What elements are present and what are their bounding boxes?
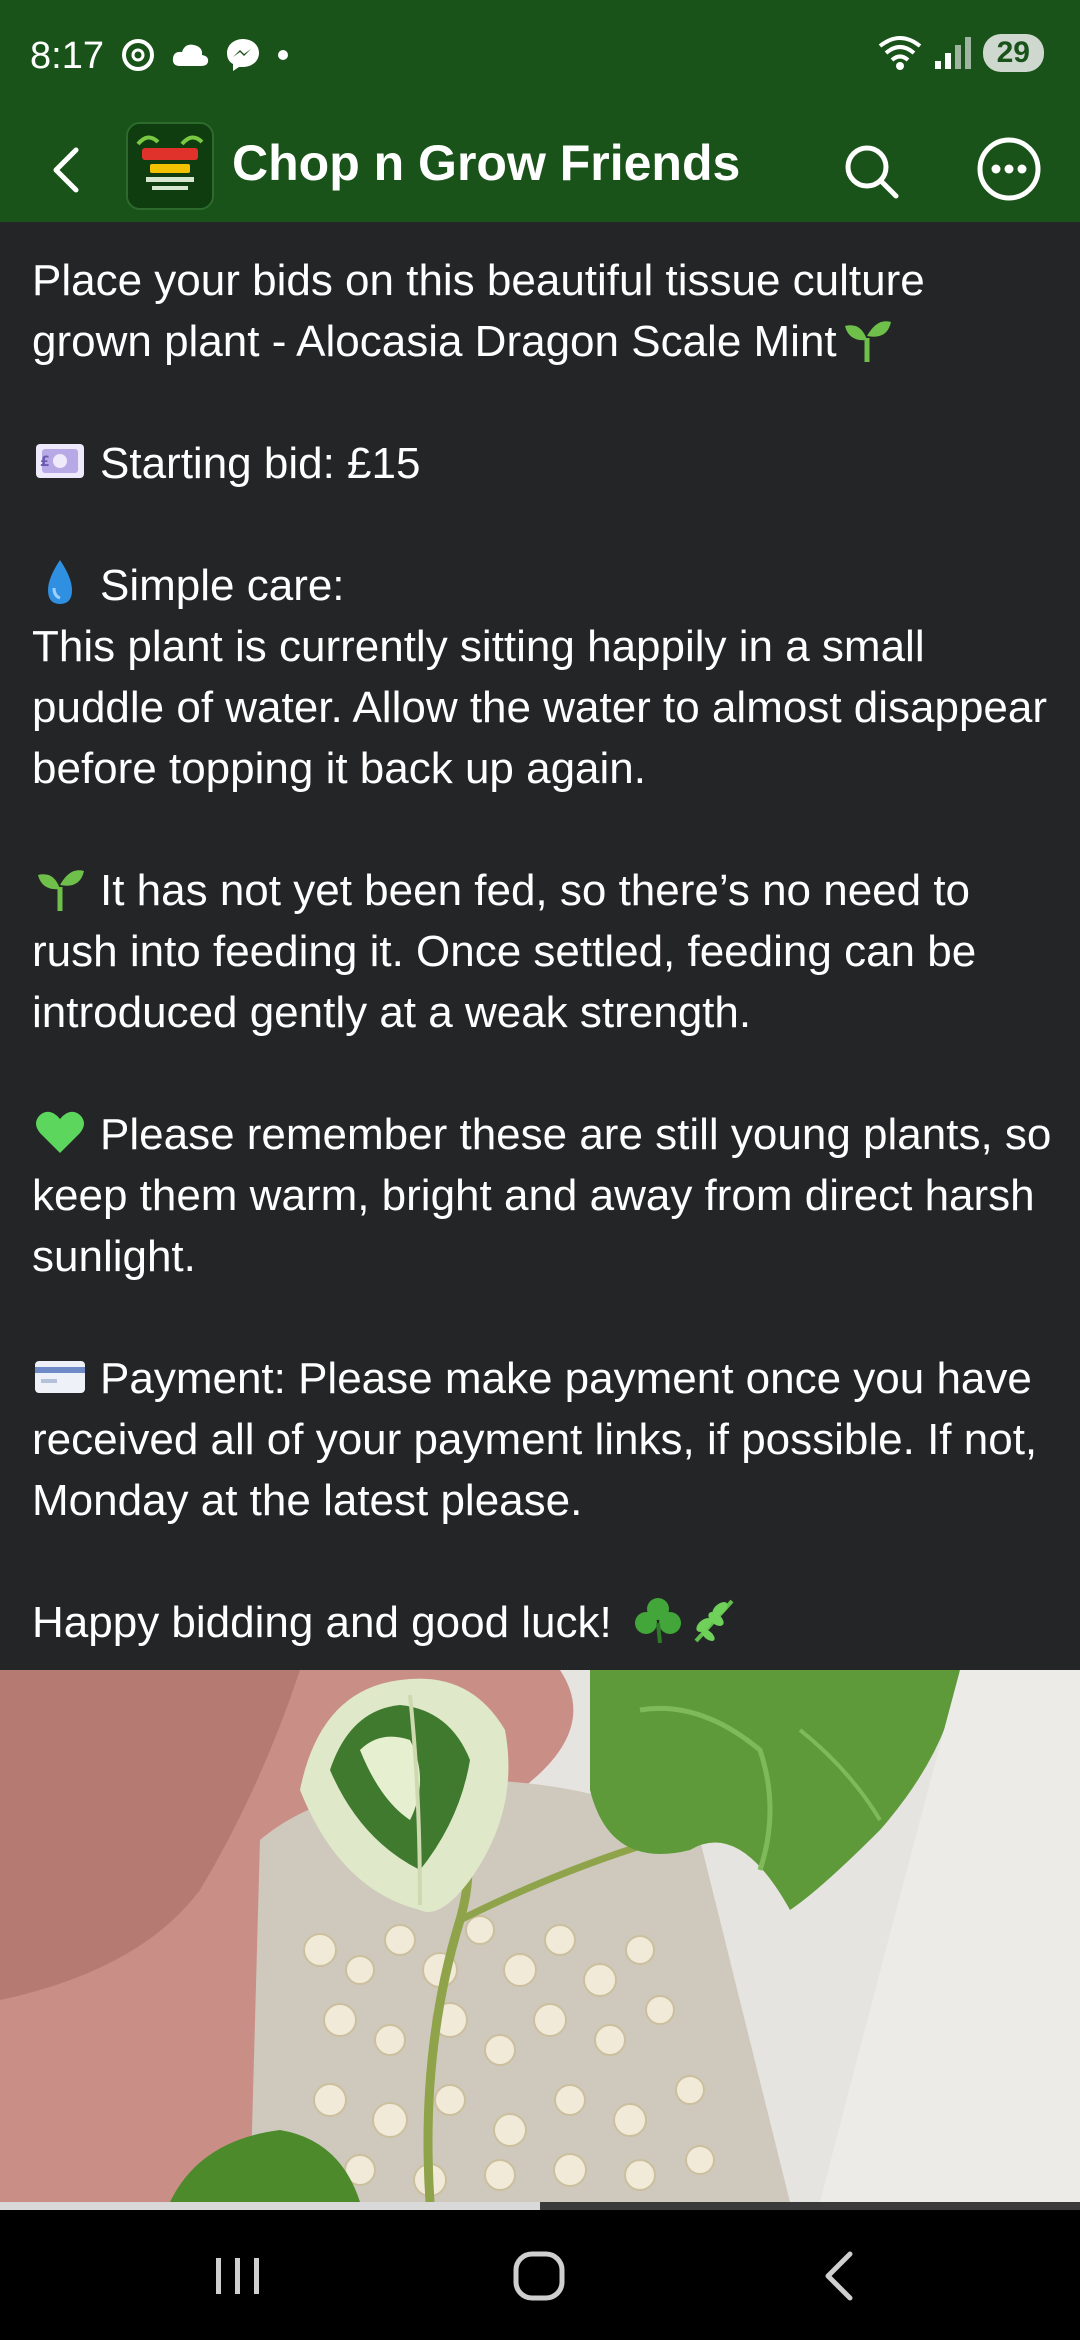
plant-photo-illustration — [0, 1670, 1080, 2202]
more-options-icon[interactable] — [976, 136, 1042, 202]
payment-text: Payment: Please make payment once you ha… — [32, 1354, 1038, 1525]
closing-line: Happy bidding and good luck! — [32, 1592, 1052, 1653]
post-photo[interactable] — [0, 1670, 1080, 2202]
care-text: This plant is currently sitting happily … — [32, 622, 1048, 793]
green-heart-icon — [32, 1107, 88, 1157]
feeding-text: It has not yet been fed, so there’s no n… — [32, 866, 977, 1037]
group-logo — [128, 124, 212, 208]
back-arrow-icon[interactable] — [40, 142, 96, 198]
status-notification-icons — [120, 36, 290, 74]
status-system-icons: 29 — [877, 34, 1044, 72]
group-header: Chop n Grow Friends — [0, 118, 1080, 222]
money-icon: £ — [32, 436, 88, 486]
svg-text:£: £ — [40, 454, 50, 470]
seedling-icon — [32, 863, 88, 913]
post-intro: Place your bids on this beautiful tissue… — [32, 256, 925, 366]
signal-icon — [934, 37, 971, 69]
feeding-line: It has not yet been fed, so there’s no n… — [32, 860, 1052, 1043]
status-bar: 8:17 29 — [0, 0, 1080, 118]
post-body: Place your bids on this beautiful tissue… — [32, 250, 1052, 1653]
seedling-icon — [839, 314, 895, 364]
media-progress-bar — [0, 2202, 1080, 2210]
post-intro-paragraph: Place your bids on this beautiful tissue… — [32, 250, 1052, 372]
threads-icon — [122, 39, 154, 71]
care-heading-line: Simple care: — [32, 555, 1052, 616]
reminder-line: Please remember these are still young pl… — [32, 1104, 1052, 1287]
starting-bid-line: £ Starting bid: £15 — [32, 433, 1052, 494]
search-icon[interactable] — [840, 140, 902, 202]
system-nav-bar — [0, 2210, 1080, 2340]
reminder-text: Please remember these are still young pl… — [32, 1110, 1052, 1281]
recents-icon[interactable] — [210, 2248, 266, 2304]
group-title[interactable]: Chop n Grow Friends — [232, 134, 740, 192]
herb-icon — [686, 1595, 742, 1645]
home-icon[interactable] — [508, 2246, 572, 2306]
status-time: 8:17 — [30, 35, 104, 77]
messenger-icon — [227, 39, 259, 71]
dot-icon — [278, 50, 288, 60]
shamrock-icon — [630, 1595, 686, 1645]
battery-level: 29 — [982, 34, 1044, 72]
care-heading: Simple care: — [100, 561, 345, 610]
nav-back-icon[interactable] — [810, 2246, 870, 2306]
group-avatar[interactable] — [126, 122, 214, 210]
closing-text: Happy bidding and good luck! — [32, 1598, 612, 1647]
wifi-icon — [878, 36, 921, 70]
droplet-icon — [32, 558, 88, 608]
credit-card-icon — [32, 1351, 88, 1401]
starting-bid: Starting bid: £15 — [100, 439, 421, 488]
cloud-icon — [172, 44, 209, 66]
payment-line: Payment: Please make payment once you ha… — [32, 1348, 1052, 1531]
media-progress-fill — [0, 2202, 540, 2210]
